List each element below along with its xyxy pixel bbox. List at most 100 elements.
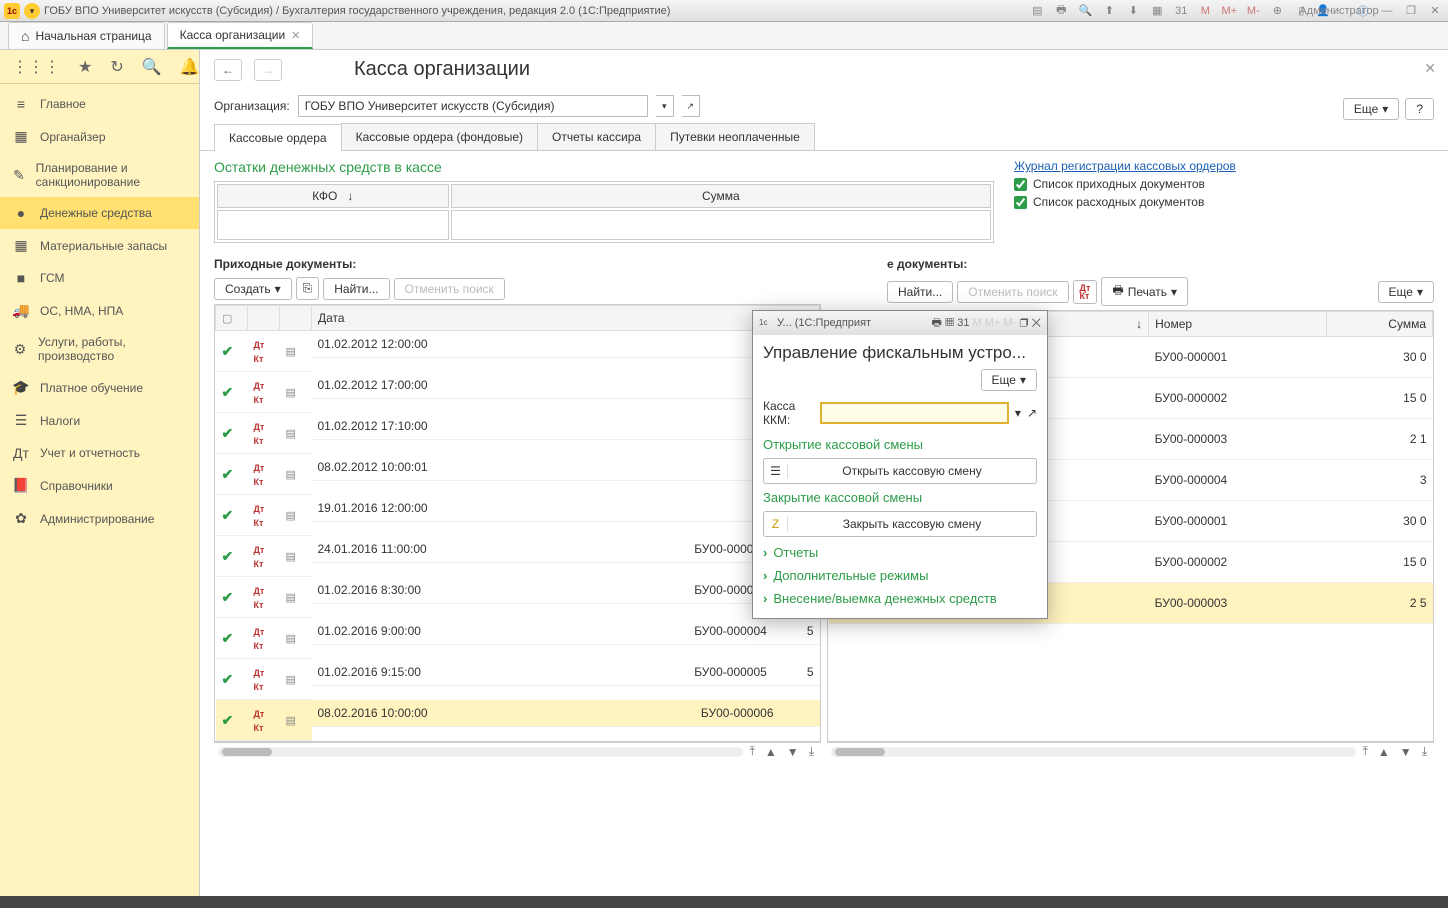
- dtKt-button[interactable]: ДтКт: [1073, 280, 1098, 304]
- nav-first-icon[interactable]: ⤒: [747, 744, 758, 759]
- page-close-icon[interactable]: ✕: [1424, 60, 1436, 77]
- kkm-dropdown-icon[interactable]: ▾: [1015, 406, 1021, 420]
- col-number[interactable]: Номер: [1149, 312, 1326, 337]
- find-button[interactable]: Найти...: [887, 281, 953, 303]
- sidebar-item[interactable]: ≡Главное: [0, 88, 199, 120]
- close-icon[interactable]: ✕: [1031, 317, 1041, 329]
- sidebar-item[interactable]: ■ГСМ: [0, 262, 199, 294]
- help-button[interactable]: ?: [1405, 98, 1434, 120]
- cancel-search-button[interactable]: Отменить поиск: [957, 281, 1068, 303]
- open-shift-button[interactable]: ☰ Открыть кассовую смену: [763, 458, 1037, 484]
- memory-mplus-icon[interactable]: M+: [1220, 4, 1238, 18]
- maximize-icon[interactable]: ❐: [1402, 4, 1420, 18]
- kkm-open-icon[interactable]: ↗: [1027, 406, 1037, 420]
- col-sum[interactable]: Сумма: [1326, 312, 1432, 337]
- tool-icon[interactable]: ▤: [1028, 4, 1046, 18]
- print-icon[interactable]: 🖶: [932, 317, 942, 329]
- tool-icon[interactable]: ▦: [945, 317, 954, 329]
- restore-icon[interactable]: ❐: [1019, 317, 1028, 329]
- scrollbar[interactable]: [831, 747, 1356, 757]
- star-icon[interactable]: ★: [78, 57, 92, 77]
- tool-icon[interactable]: ⬆: [1100, 4, 1118, 18]
- table-row[interactable]: ✔ДтКт▤19.01.2016 12:00:00: [216, 495, 820, 536]
- sidebar-item[interactable]: ▦Органайзер: [0, 120, 199, 153]
- org-dropdown-icon[interactable]: ▾: [656, 95, 674, 117]
- more-button[interactable]: Еще ▾: [1343, 98, 1399, 120]
- table-row[interactable]: ✔ДтКт▤08.02.2012 10:00:01: [216, 454, 820, 495]
- cash-expand[interactable]: Внесение/выемка денежных средств: [763, 587, 1037, 610]
- nav-last-icon[interactable]: ⤓: [806, 744, 817, 759]
- history-icon[interactable]: ↻: [110, 57, 123, 77]
- table-row[interactable]: ✔ДтКт▤08.02.2016 10:00:00БУ00-000006: [216, 700, 820, 741]
- back-button[interactable]: ←: [214, 59, 242, 81]
- bell-icon[interactable]: 🔔: [180, 57, 200, 77]
- memory-m-icon[interactable]: M: [1196, 4, 1214, 18]
- subtab[interactable]: Отчеты кассира: [537, 123, 656, 150]
- calc-icon[interactable]: 31: [957, 317, 969, 329]
- close-shift-button[interactable]: Z Закрыть кассовую смену: [763, 511, 1037, 537]
- mminus-icon[interactable]: M-: [1003, 317, 1016, 329]
- subtab[interactable]: Кассовые ордера (фондовые): [341, 123, 538, 150]
- forward-button[interactable]: →: [254, 59, 282, 81]
- sidebar-item[interactable]: ☰Налоги: [0, 404, 199, 437]
- more-button[interactable]: Еще ▾: [981, 369, 1037, 391]
- tab-cash[interactable]: Касса организации ✕: [167, 22, 314, 49]
- search-icon[interactable]: 🔍: [142, 57, 162, 77]
- tab-home[interactable]: Начальная страница: [8, 22, 165, 49]
- table-row[interactable]: ✔ДтКт▤01.02.2016 8:30:00БУ00-0000035: [216, 577, 820, 618]
- subtab[interactable]: Кассовые ордера: [214, 124, 342, 151]
- copy-button[interactable]: ⎘: [296, 277, 320, 300]
- balance-col-kfo[interactable]: КФО ↓: [217, 184, 449, 208]
- sidebar-item[interactable]: 📕Справочники: [0, 469, 199, 502]
- create-button[interactable]: Создать ▾: [214, 278, 292, 300]
- minimize-icon[interactable]: —: [1378, 4, 1396, 18]
- org-open-icon[interactable]: ↗: [682, 95, 700, 117]
- app-menu-dropdown[interactable]: ▾: [24, 3, 40, 19]
- subtab[interactable]: Путевки неоплаченные: [655, 123, 815, 150]
- more-button[interactable]: Еще ▾: [1378, 281, 1434, 303]
- sidebar-item[interactable]: 🎓Платное обучение: [0, 371, 199, 404]
- zoom-icon[interactable]: ⊕: [1268, 4, 1286, 18]
- m-icon[interactable]: M: [973, 317, 982, 329]
- close-icon[interactable]: ✕: [1426, 4, 1444, 18]
- scrollbar[interactable]: [218, 747, 743, 757]
- check-income-list[interactable]: [1014, 178, 1027, 191]
- print-icon[interactable]: 🖶: [1052, 4, 1070, 18]
- reports-expand[interactable]: Отчеты: [763, 541, 1037, 564]
- table-row[interactable]: ✔ДтКт▤01.02.2016 9:00:00БУ00-0000045: [216, 618, 820, 659]
- income-table[interactable]: ▢ Дата↓ ✔ДтКт▤01.02.2012 12:00:00✔ДтКт▤0…: [214, 304, 821, 742]
- sidebar-item[interactable]: ДтУчет и отчетность: [0, 437, 199, 469]
- calc-icon[interactable]: 31: [1172, 4, 1190, 18]
- table-row[interactable]: ✔ДтКт▤01.02.2012 17:00:00: [216, 372, 820, 413]
- journal-link[interactable]: Журнал регистрации кассовых ордеров: [1014, 159, 1434, 173]
- sidebar-item[interactable]: ⚙Услуги, работы, производство: [0, 327, 199, 371]
- print-button[interactable]: 🖶 Печать ▾: [1101, 277, 1188, 306]
- tab-close-icon[interactable]: ✕: [291, 29, 300, 42]
- check-expense-list[interactable]: [1014, 196, 1027, 209]
- nav-up-icon[interactable]: ▲: [762, 745, 780, 759]
- memory-mminus-icon[interactable]: M-: [1244, 4, 1262, 18]
- mplus-icon[interactable]: M+: [985, 317, 1001, 329]
- info-icon[interactable]: ⓘ: [1354, 4, 1372, 18]
- find-button[interactable]: Найти...: [323, 278, 389, 300]
- apps-icon[interactable]: ⋮⋮⋮: [12, 57, 60, 77]
- table-row[interactable]: ✔ДтКт▤01.02.2012 17:10:00: [216, 413, 820, 454]
- table-row[interactable]: ✔ДтКт▤24.01.2016 11:00:00БУ00-0000022: [216, 536, 820, 577]
- nav-down-icon[interactable]: ▼: [784, 745, 802, 759]
- table-row[interactable]: ✔ДтКт▤01.02.2012 12:00:00: [216, 331, 820, 372]
- sidebar-item[interactable]: ✿Администрирование: [0, 502, 199, 535]
- nav-down-icon[interactable]: ▼: [1397, 745, 1415, 759]
- sidebar-item[interactable]: 🚚ОС, НМА, НПА: [0, 294, 199, 327]
- user-icon[interactable]: 👤 Администратор: [1316, 4, 1348, 18]
- search-icon[interactable]: 🔍: [1076, 4, 1094, 18]
- cancel-search-button[interactable]: Отменить поиск: [394, 278, 505, 300]
- org-input[interactable]: ГОБУ ВПО Университет искусств (Субсидия): [298, 95, 648, 117]
- nav-last-icon[interactable]: ⤓: [1419, 744, 1430, 759]
- col-date[interactable]: Дата↓: [312, 306, 820, 331]
- tool-icon[interactable]: ⬇: [1124, 4, 1142, 18]
- kkm-input[interactable]: [820, 402, 1009, 424]
- sidebar-item[interactable]: ●Денежные средства: [0, 197, 199, 229]
- nav-first-icon[interactable]: ⤒: [1360, 744, 1371, 759]
- sidebar-item[interactable]: ▦Материальные запасы: [0, 229, 199, 262]
- balance-col-sum[interactable]: Сумма: [451, 184, 991, 208]
